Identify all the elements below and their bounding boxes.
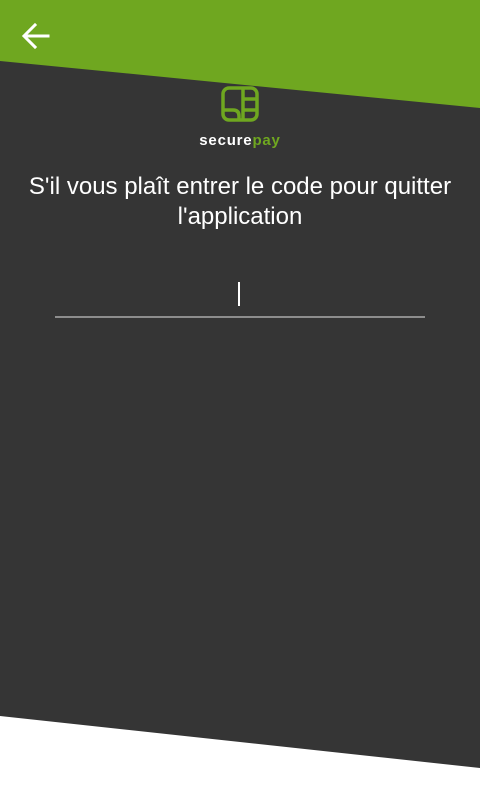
arrow-left-icon: [21, 22, 50, 50]
logo-text-pay: pay: [252, 132, 281, 149]
text-cursor: [238, 282, 240, 306]
exit-code-prompt: S'il vous plaît entrer le code pour quit…: [28, 173, 452, 230]
card-chip-icon: [221, 86, 259, 122]
code-field[interactable]: [55, 274, 429, 318]
securepay-logo: securepay: [0, 86, 480, 150]
logo-text-secure: secure: [199, 132, 253, 149]
exit-code-screen: securepay S'il vous plaît entrer le code…: [0, 0, 480, 800]
logo-wordmark: securepay: [0, 132, 480, 150]
back-button[interactable]: [14, 14, 58, 58]
code-input[interactable]: [55, 274, 429, 318]
